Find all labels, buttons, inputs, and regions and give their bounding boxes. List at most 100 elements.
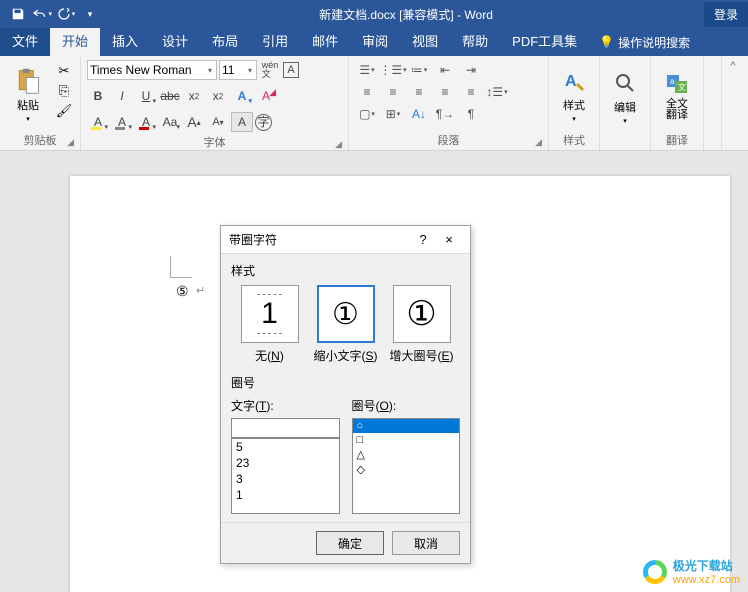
list-item[interactable]: 5 bbox=[232, 439, 339, 455]
tab-layout[interactable]: 布局 bbox=[200, 28, 250, 56]
increase-indent-button[interactable]: ⇥ bbox=[459, 60, 483, 80]
editing-label: 编辑 bbox=[614, 99, 636, 115]
dialog-close-button[interactable]: × bbox=[436, 232, 462, 247]
enclose-characters-button[interactable]: 字 bbox=[255, 114, 272, 131]
translate-label: 全文 翻译 bbox=[666, 99, 688, 121]
dialog-help-button[interactable]: ? bbox=[410, 232, 436, 247]
qat-customize-icon[interactable]: ▾ bbox=[80, 4, 100, 24]
show-marks-button[interactable]: ¶ bbox=[459, 104, 483, 124]
cut-icon[interactable]: ✂ bbox=[54, 62, 74, 80]
style-option-enlarge[interactable]: ① 增大圈号(E) bbox=[389, 285, 455, 364]
font-name-combo[interactable]: Times New Roman▾ bbox=[87, 60, 217, 80]
list-item[interactable]: 3 bbox=[232, 471, 339, 487]
tab-file[interactable]: 文件 bbox=[0, 28, 50, 56]
text-effects-button[interactable]: A▾ bbox=[231, 86, 253, 106]
style-preview-shrink: ① bbox=[317, 285, 375, 343]
ok-button[interactable]: 确定 bbox=[316, 531, 384, 555]
sort-button[interactable]: A↓ bbox=[407, 104, 431, 124]
style-option-shrink[interactable]: ① 缩小文字(S) bbox=[313, 285, 379, 364]
align-right-button[interactable]: ≡ bbox=[407, 82, 431, 102]
tell-me-label: 操作说明搜索 bbox=[618, 34, 690, 51]
change-case-button[interactable]: Aa▾ bbox=[159, 112, 181, 132]
strikethrough-button[interactable]: abc bbox=[159, 86, 181, 106]
italic-button[interactable]: I bbox=[111, 86, 133, 106]
group-editing: 编辑▾ bbox=[600, 56, 651, 150]
svg-text:文: 文 bbox=[678, 82, 686, 92]
align-center-button[interactable]: ≡ bbox=[381, 82, 405, 102]
ltr-button[interactable]: ¶→ bbox=[433, 104, 457, 124]
bullets-button[interactable]: ☰▾ bbox=[355, 60, 379, 80]
tab-help[interactable]: 帮助 bbox=[450, 28, 500, 56]
bold-button[interactable]: B bbox=[87, 86, 109, 106]
grow-font-button[interactable]: A▴ bbox=[183, 112, 205, 132]
tab-references[interactable]: 引用 bbox=[250, 28, 300, 56]
list-item[interactable]: 1 bbox=[232, 487, 339, 503]
character-scaling-button[interactable]: A bbox=[231, 112, 253, 132]
format-painter-icon[interactable]: 🖌 bbox=[54, 102, 74, 120]
font-size-combo[interactable]: 11▾ bbox=[219, 60, 257, 80]
character-border-icon[interactable]: A bbox=[283, 62, 299, 78]
list-item[interactable]: ◇ bbox=[353, 462, 460, 477]
char-shading-button[interactable]: A▾ bbox=[111, 112, 133, 132]
cancel-button[interactable]: 取消 bbox=[392, 531, 460, 555]
style-label-enlarge: 增大圈号(E) bbox=[389, 347, 453, 364]
highlight-button[interactable]: A▾ bbox=[87, 112, 109, 132]
underline-button[interactable]: U▾ bbox=[135, 86, 157, 106]
shrink-font-button[interactable]: A▾ bbox=[207, 112, 229, 132]
distributed-button[interactable]: ≡ bbox=[459, 82, 483, 102]
list-item[interactable]: □ bbox=[353, 433, 460, 447]
enclosure-listbox[interactable]: ○ □ △ ◇ bbox=[352, 418, 461, 514]
superscript-button[interactable]: x2 bbox=[207, 86, 229, 106]
multilevel-list-button[interactable]: ≔▾ bbox=[407, 60, 431, 80]
tab-review[interactable]: 审阅 bbox=[350, 28, 400, 56]
subscript-button[interactable]: x2 bbox=[183, 86, 205, 106]
redo-icon[interactable]: ▾ bbox=[56, 4, 76, 24]
paste-icon bbox=[14, 67, 42, 95]
font-color-button[interactable]: A▾ bbox=[135, 112, 157, 132]
enclose-characters-dialog: 带圈字符 ? × 样式 1 无(N) ① 缩小文字(S) ① 增大圈号(E) 圈… bbox=[220, 225, 471, 564]
editing-button[interactable]: 编辑▾ bbox=[606, 60, 644, 134]
paragraph-dialog-launcher-icon[interactable]: ◢ bbox=[535, 137, 542, 148]
undo-icon[interactable]: ▾ bbox=[32, 4, 52, 24]
login-button[interactable]: 登录 bbox=[704, 2, 748, 27]
list-item[interactable]: ○ bbox=[353, 419, 460, 433]
style-option-none[interactable]: 1 无(N) bbox=[237, 285, 303, 364]
text-listbox[interactable]: 5 23 3 1 bbox=[231, 438, 340, 514]
copy-icon[interactable]: ⎘ bbox=[54, 82, 74, 100]
list-item[interactable]: 23 bbox=[232, 455, 339, 471]
tab-insert[interactable]: 插入 bbox=[100, 28, 150, 56]
watermark-url: www.xz7.com bbox=[673, 574, 740, 586]
phonetic-guide-icon[interactable]: wén文 bbox=[259, 60, 281, 80]
watermark-logo-icon bbox=[643, 560, 667, 584]
line-spacing-button[interactable]: ↕☰▾ bbox=[485, 82, 509, 102]
paste-button[interactable]: 粘贴 ▾ bbox=[6, 60, 50, 130]
styles-button[interactable]: A 样式▾ bbox=[555, 60, 593, 130]
tab-home[interactable]: 开始 bbox=[50, 28, 100, 56]
list-item[interactable]: △ bbox=[353, 447, 460, 462]
translate-icon: a文 bbox=[663, 69, 691, 97]
dialog-title: 带圈字符 bbox=[229, 231, 410, 248]
style-section-label: 样式 bbox=[231, 262, 460, 279]
tab-pdftools[interactable]: PDF工具集 bbox=[500, 28, 589, 56]
borders-button[interactable]: ⊞▾ bbox=[381, 104, 405, 124]
enclosure-label: 圈号(O): bbox=[352, 397, 461, 414]
save-icon[interactable] bbox=[8, 4, 28, 24]
tab-mailings[interactable]: 邮件 bbox=[300, 28, 350, 56]
collapse-ribbon-icon[interactable]: ^ bbox=[722, 56, 744, 150]
shading-button[interactable]: ▢▾ bbox=[355, 104, 379, 124]
text-input[interactable] bbox=[231, 418, 340, 438]
tell-me-search[interactable]: 💡 操作说明搜索 bbox=[589, 34, 700, 51]
dialog-titlebar[interactable]: 带圈字符 ? × bbox=[221, 226, 470, 254]
full-translate-button[interactable]: a文 全文 翻译 bbox=[657, 60, 697, 130]
clipboard-dialog-launcher-icon[interactable]: ◢ bbox=[67, 137, 74, 148]
find-replace-button[interactable]: 查替 bbox=[710, 60, 722, 90]
numbering-button[interactable]: ⋮☰▾ bbox=[381, 60, 405, 80]
clear-formatting-icon[interactable]: A◢ bbox=[255, 86, 277, 106]
decrease-indent-button[interactable]: ⇤ bbox=[433, 60, 457, 80]
tab-view[interactable]: 视图 bbox=[400, 28, 450, 56]
align-justify-button[interactable]: ≡ bbox=[433, 82, 457, 102]
group-label-font: 字体◢ bbox=[87, 132, 342, 152]
font-dialog-launcher-icon[interactable]: ◢ bbox=[335, 139, 342, 150]
tab-design[interactable]: 设计 bbox=[150, 28, 200, 56]
align-left-button[interactable]: ≡ bbox=[355, 82, 379, 102]
